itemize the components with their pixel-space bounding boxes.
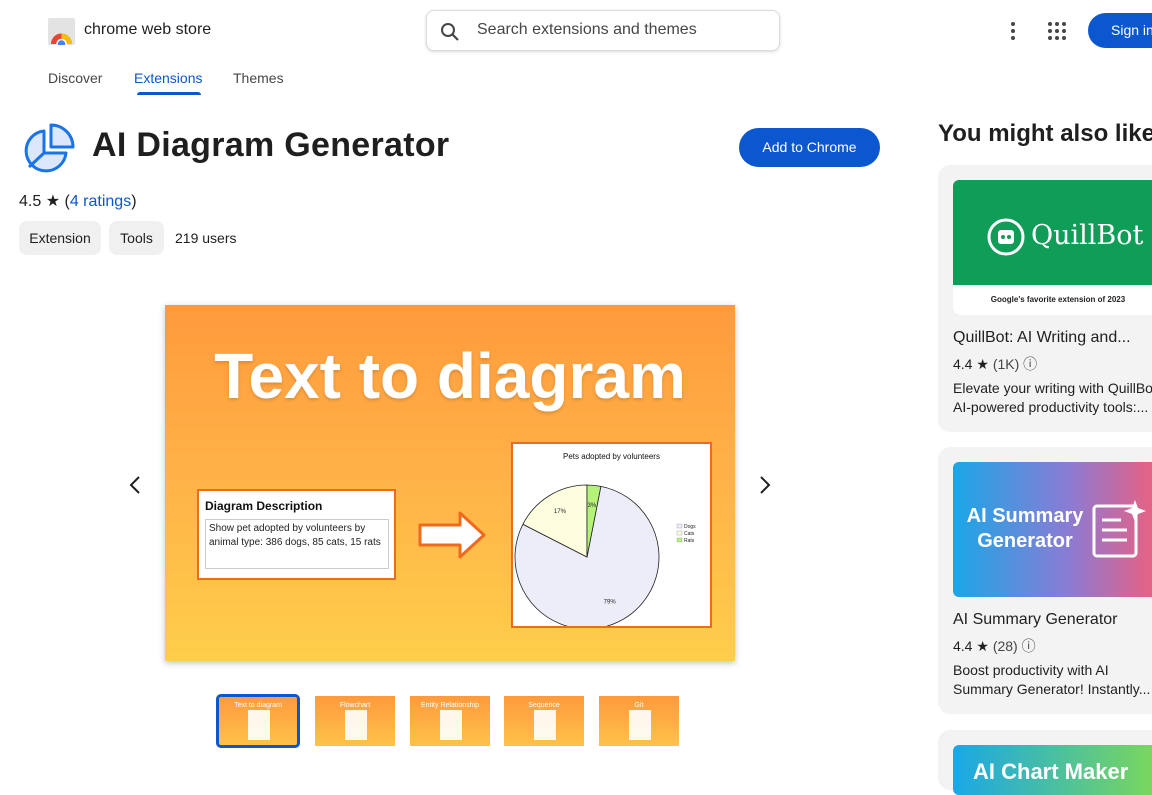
- ai-chart-maker-banner: AI Chart Maker: [953, 745, 1152, 795]
- legend-swatch: [676, 523, 683, 529]
- store-name[interactable]: chrome web store: [84, 21, 211, 39]
- card-rating-value: 4.4: [953, 356, 973, 372]
- thumbnail-label: Sequence: [528, 702, 560, 709]
- thumbnail-sequence[interactable]: Sequence: [504, 696, 584, 746]
- info-icon[interactable]: ⓘ: [1022, 638, 1036, 654]
- ai-summary-banner-text: AI Summary Generator: [965, 504, 1085, 554]
- chrome-web-store-logo[interactable]: [48, 18, 75, 45]
- description-title: Diagram Description: [205, 499, 323, 513]
- pie-percent-label: 79%: [604, 600, 617, 606]
- pie-chart: 79% 17% 3% DogsCatsRats: [514, 484, 696, 626]
- slide-title: Text to diagram: [214, 340, 686, 412]
- diagram-description-box: Diagram Description Show pet adopted by …: [197, 489, 396, 580]
- card-description-line: Summary Generator! Instantly...: [953, 681, 1151, 697]
- card-description: Elevate your writing with QuillBot AI-pow…: [953, 379, 1152, 417]
- user-count: 219 users: [175, 230, 237, 246]
- card-rating-value: 4.4: [953, 638, 973, 654]
- thumbnail-preview: [248, 710, 270, 740]
- active-tab-indicator: [137, 92, 201, 95]
- pie-percent-label: 3%: [588, 503, 597, 509]
- thumbnail-label: Entity Relationship: [421, 702, 479, 709]
- rating-value: 4.5: [19, 193, 42, 210]
- card-description-line: Boost productivity with AI: [953, 662, 1109, 678]
- thumbnail-label: Flowchart: [339, 702, 371, 709]
- add-to-chrome-button[interactable]: Add to Chrome: [739, 128, 880, 167]
- legend-swatch: [676, 537, 683, 543]
- chevron-left-icon[interactable]: [124, 473, 146, 497]
- thumbnail-preview: [345, 710, 367, 740]
- sign-in-button[interactable]: Sign in: [1088, 13, 1152, 48]
- more-vert-icon[interactable]: [1003, 21, 1023, 41]
- ratings-link[interactable]: 4 ratings: [70, 193, 131, 210]
- legend-label: Dogs: [684, 524, 696, 530]
- extension-title: AI Diagram Generator: [92, 126, 450, 164]
- chevron-right-icon[interactable]: [754, 473, 776, 497]
- document-sparkle-icon: [1092, 500, 1146, 558]
- card-rating-count: (28): [992, 638, 1018, 654]
- ai-summary-banner: AI Summary Generator: [953, 462, 1152, 597]
- card-name: QuillBot: AI Writing and...: [953, 329, 1131, 346]
- recommendations-heading: You might also like...: [938, 120, 1152, 147]
- thumbnail-flowchart[interactable]: Flowchart: [315, 696, 395, 746]
- recommendation-card-quillbot[interactable]: QuillBot Google's favorite extension of …: [938, 165, 1152, 432]
- category-chip-extension[interactable]: Extension: [19, 221, 101, 255]
- legend-label: Cats: [684, 531, 695, 537]
- card-description-line: AI-powered productivity tools:...: [953, 399, 1149, 415]
- quillbot-banner: QuillBot Google's favorite extension of …: [953, 180, 1152, 315]
- banner-line: AI Summary: [966, 505, 1084, 527]
- description-text: Show pet adopted by volunteers by animal…: [205, 519, 389, 569]
- search-box[interactable]: [426, 10, 780, 51]
- search-input[interactable]: [475, 20, 769, 40]
- ratings-paren-close: ): [131, 193, 137, 210]
- legend-swatch: [676, 530, 683, 536]
- legend-label: Rats: [684, 538, 695, 544]
- thumbnail-preview: [440, 710, 462, 740]
- pie-percent-label: 17%: [554, 509, 567, 515]
- screenshot-slide: Text to diagram Diagram Description Show…: [165, 305, 735, 661]
- tab-discover[interactable]: Discover: [48, 70, 102, 86]
- card-name: AI Summary Generator: [953, 611, 1118, 628]
- category-chip-tools[interactable]: Tools: [109, 221, 164, 255]
- star-icon: ★: [45, 193, 61, 210]
- card-rating: 4.4 ★ (1K) ⓘ: [953, 354, 1037, 374]
- rating-row: 4.5 ★ (4 ratings): [19, 191, 137, 211]
- apps-grid-icon[interactable]: [1048, 22, 1066, 40]
- thumbnail-label: Git: [634, 702, 644, 709]
- pie-chart-icon: [24, 123, 75, 173]
- thumbnail-entity-relationship[interactable]: Entity Relationship: [410, 696, 490, 746]
- card-rating-count: (1K): [992, 356, 1020, 372]
- thumbnail-git[interactable]: Git: [599, 696, 679, 746]
- tab-themes[interactable]: Themes: [233, 70, 284, 86]
- quillbot-logo-icon: [987, 218, 1025, 256]
- thumbnail-preview: [629, 710, 651, 740]
- thumbnail-text-to-diagram[interactable]: Text to diagram: [216, 694, 300, 748]
- card-description: Boost productivity with AI Summary Genera…: [953, 661, 1152, 699]
- info-icon[interactable]: ⓘ: [1023, 356, 1037, 372]
- ai-chart-maker-banner-text: AI Chart Maker: [973, 759, 1129, 784]
- right-arrow-icon: [418, 511, 486, 559]
- pie-chart-panel: Pets adopted by volunteers 79% 17% 3% Dogs C…: [511, 442, 712, 628]
- tab-extensions[interactable]: Extensions: [134, 70, 202, 86]
- star-icon: ★: [976, 638, 989, 654]
- card-rating: 4.4 ★ (28) ⓘ: [953, 636, 1036, 656]
- quillbot-award-badge: Google's favorite extension of 2023: [953, 285, 1152, 315]
- card-description-line: Elevate your writing with QuillBot: [953, 380, 1152, 396]
- recommendation-card-ai-summary[interactable]: AI Summary Generator AI Summary Generator…: [938, 447, 1152, 714]
- search-icon: [441, 23, 459, 41]
- thumbnail-preview: [534, 710, 556, 740]
- banner-line: Generator: [977, 530, 1073, 552]
- thumbnail-label: Text to diagram: [234, 702, 282, 709]
- quillbot-wordmark: QuillBot: [1031, 220, 1144, 251]
- recommendation-card-ai-chart-maker[interactable]: AI Chart Maker: [938, 730, 1152, 795]
- star-icon: ★: [976, 356, 989, 372]
